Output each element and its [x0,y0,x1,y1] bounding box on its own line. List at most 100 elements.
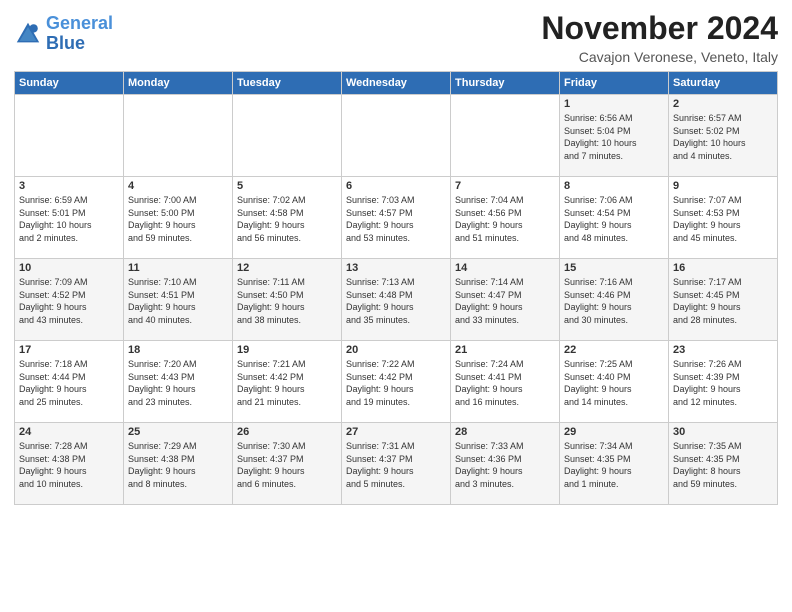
calendar-cell: 21 Sunrise: 7:24 AM Sunset: 4:41 PM Dayli… [451,341,560,423]
day-info: Sunrise: 7:13 AM Sunset: 4:48 PM Dayligh… [346,276,446,326]
day-info: Sunrise: 7:24 AM Sunset: 4:41 PM Dayligh… [455,358,555,408]
calendar-cell: 11 Sunrise: 7:10 AM Sunset: 4:51 PM Dayli… [124,259,233,341]
day-number: 21 [455,344,555,356]
calendar-cell: 23 Sunrise: 7:26 AM Sunset: 4:39 PM Dayli… [669,341,778,423]
day-info: Sunrise: 7:26 AM Sunset: 4:39 PM Dayligh… [673,358,773,408]
calendar-cell [233,95,342,177]
weekday-monday: Monday [124,72,233,95]
day-number: 17 [19,344,119,356]
day-number: 12 [237,262,337,274]
day-number: 20 [346,344,446,356]
day-number: 9 [673,180,773,192]
calendar-week-3: 10 Sunrise: 7:09 AM Sunset: 4:52 PM Dayli… [15,259,778,341]
day-number: 26 [237,426,337,438]
day-info: Sunrise: 7:09 AM Sunset: 4:52 PM Dayligh… [19,276,119,326]
calendar-cell: 6Sunrise: 7:03 AM Sunset: 4:57 PM Daylig… [342,177,451,259]
day-number: 3 [19,180,119,192]
day-number: 13 [346,262,446,274]
day-number: 18 [128,344,228,356]
calendar-week-5: 24 Sunrise: 7:28 AM Sunset: 4:38 PM Dayli… [15,423,778,505]
calendar-cell: 8 Sunrise: 7:06 AM Sunset: 4:54 PM Daylig… [560,177,669,259]
day-number: 27 [346,426,446,438]
day-number: 7 [455,180,555,192]
day-info: Sunrise: 7:31 AM Sunset: 4:37 PM Dayligh… [346,440,446,490]
calendar-cell [451,95,560,177]
location: Cavajon Veronese, Veneto, Italy [541,49,778,65]
calendar-cell: 30 Sunrise: 7:35 AM Sunset: 4:35 PM Dayli… [669,423,778,505]
day-info: Sunrise: 7:25 AM Sunset: 4:40 PM Dayligh… [564,358,664,408]
day-number: 6 [346,180,446,192]
calendar-cell: 18 Sunrise: 7:20 AM Sunset: 4:43 PM Dayli… [124,341,233,423]
calendar-cell: 14Sunrise: 7:14 AM Sunset: 4:47 PM Dayli… [451,259,560,341]
day-info: Sunrise: 7:18 AM Sunset: 4:44 PM Dayligh… [19,358,119,408]
day-number: 30 [673,426,773,438]
day-info: Sunrise: 7:16 AM Sunset: 4:46 PM Dayligh… [564,276,664,326]
day-number: 28 [455,426,555,438]
calendar-cell: 27 Sunrise: 7:31 AM Sunset: 4:37 PM Dayli… [342,423,451,505]
day-info: Sunrise: 7:17 AM Sunset: 4:45 PM Dayligh… [673,276,773,326]
calendar-cell: 19 Sunrise: 7:21 AM Sunset: 4:42 PM Dayli… [233,341,342,423]
day-number: 8 [564,180,664,192]
calendar-cell: 20 Sunrise: 7:22 AM Sunset: 4:42 PM Dayli… [342,341,451,423]
day-number: 25 [128,426,228,438]
logo-general: General [46,13,113,33]
calendar-cell [124,95,233,177]
calendar-week-4: 17 Sunrise: 7:18 AM Sunset: 4:44 PM Dayli… [15,341,778,423]
day-number: 16 [673,262,773,274]
day-number: 24 [19,426,119,438]
logo-blue: Blue [46,33,85,53]
day-number: 19 [237,344,337,356]
calendar-cell: 26 Sunrise: 7:30 AM Sunset: 4:37 PM Dayli… [233,423,342,505]
day-info: Sunrise: 7:07 AM Sunset: 4:53 PM Dayligh… [673,194,773,244]
calendar-cell: 7Sunrise: 7:04 AM Sunset: 4:56 PM Daylig… [451,177,560,259]
calendar-week-1: 1 Sunrise: 6:56 AM Sunset: 5:04 PM Daylig… [15,95,778,177]
day-info: Sunrise: 6:59 AM Sunset: 5:01 PM Dayligh… [19,194,119,244]
logo-text: General Blue [46,14,113,54]
day-info: Sunrise: 7:20 AM Sunset: 4:43 PM Dayligh… [128,358,228,408]
weekday-saturday: Saturday [669,72,778,95]
weekday-thursday: Thursday [451,72,560,95]
day-info: Sunrise: 7:02 AM Sunset: 4:58 PM Dayligh… [237,194,337,244]
day-info: Sunrise: 6:57 AM Sunset: 5:02 PM Dayligh… [673,112,773,162]
day-info: Sunrise: 7:33 AM Sunset: 4:36 PM Dayligh… [455,440,555,490]
calendar-cell: 9 Sunrise: 7:07 AM Sunset: 4:53 PM Daylig… [669,177,778,259]
calendar-cell: 28 Sunrise: 7:33 AM Sunset: 4:36 PM Dayli… [451,423,560,505]
day-info: Sunrise: 7:35 AM Sunset: 4:35 PM Dayligh… [673,440,773,490]
weekday-tuesday: Tuesday [233,72,342,95]
calendar-week-2: 3 Sunrise: 6:59 AM Sunset: 5:01 PM Daylig… [15,177,778,259]
day-number: 15 [564,262,664,274]
calendar-cell: 12 Sunrise: 7:11 AM Sunset: 4:50 PM Dayli… [233,259,342,341]
day-number: 11 [128,262,228,274]
day-info: Sunrise: 7:00 AM Sunset: 5:00 PM Dayligh… [128,194,228,244]
calendar-cell [15,95,124,177]
day-info: Sunrise: 7:11 AM Sunset: 4:50 PM Dayligh… [237,276,337,326]
day-info: Sunrise: 7:10 AM Sunset: 4:51 PM Dayligh… [128,276,228,326]
day-info: Sunrise: 7:34 AM Sunset: 4:35 PM Dayligh… [564,440,664,490]
day-info: Sunrise: 7:14 AM Sunset: 4:47 PM Dayligh… [455,276,555,326]
day-info: Sunrise: 7:22 AM Sunset: 4:42 PM Dayligh… [346,358,446,408]
day-number: 1 [564,98,664,110]
day-info: Sunrise: 7:30 AM Sunset: 4:37 PM Dayligh… [237,440,337,490]
weekday-header-row: SundayMondayTuesdayWednesdayThursdayFrid… [15,72,778,95]
page-header: General Blue November 2024 Cavajon Veron… [14,10,778,65]
day-number: 10 [19,262,119,274]
calendar-cell: 1 Sunrise: 6:56 AM Sunset: 5:04 PM Daylig… [560,95,669,177]
calendar-cell [342,95,451,177]
day-info: Sunrise: 7:28 AM Sunset: 4:38 PM Dayligh… [19,440,119,490]
day-number: 23 [673,344,773,356]
calendar-cell: 29 Sunrise: 7:34 AM Sunset: 4:35 PM Dayli… [560,423,669,505]
day-info: Sunrise: 7:06 AM Sunset: 4:54 PM Dayligh… [564,194,664,244]
day-number: 5 [237,180,337,192]
weekday-friday: Friday [560,72,669,95]
day-info: Sunrise: 7:29 AM Sunset: 4:38 PM Dayligh… [128,440,228,490]
calendar-cell: 24 Sunrise: 7:28 AM Sunset: 4:38 PM Dayli… [15,423,124,505]
day-number: 29 [564,426,664,438]
calendar-cell: 17 Sunrise: 7:18 AM Sunset: 4:44 PM Dayli… [15,341,124,423]
day-number: 22 [564,344,664,356]
calendar-cell: 5 Sunrise: 7:02 AM Sunset: 4:58 PM Daylig… [233,177,342,259]
calendar-cell: 3 Sunrise: 6:59 AM Sunset: 5:01 PM Daylig… [15,177,124,259]
day-info: Sunrise: 7:21 AM Sunset: 4:42 PM Dayligh… [237,358,337,408]
day-info: Sunrise: 6:56 AM Sunset: 5:04 PM Dayligh… [564,112,664,162]
calendar-cell: 13 Sunrise: 7:13 AM Sunset: 4:48 PM Dayli… [342,259,451,341]
logo: General Blue [14,14,113,54]
